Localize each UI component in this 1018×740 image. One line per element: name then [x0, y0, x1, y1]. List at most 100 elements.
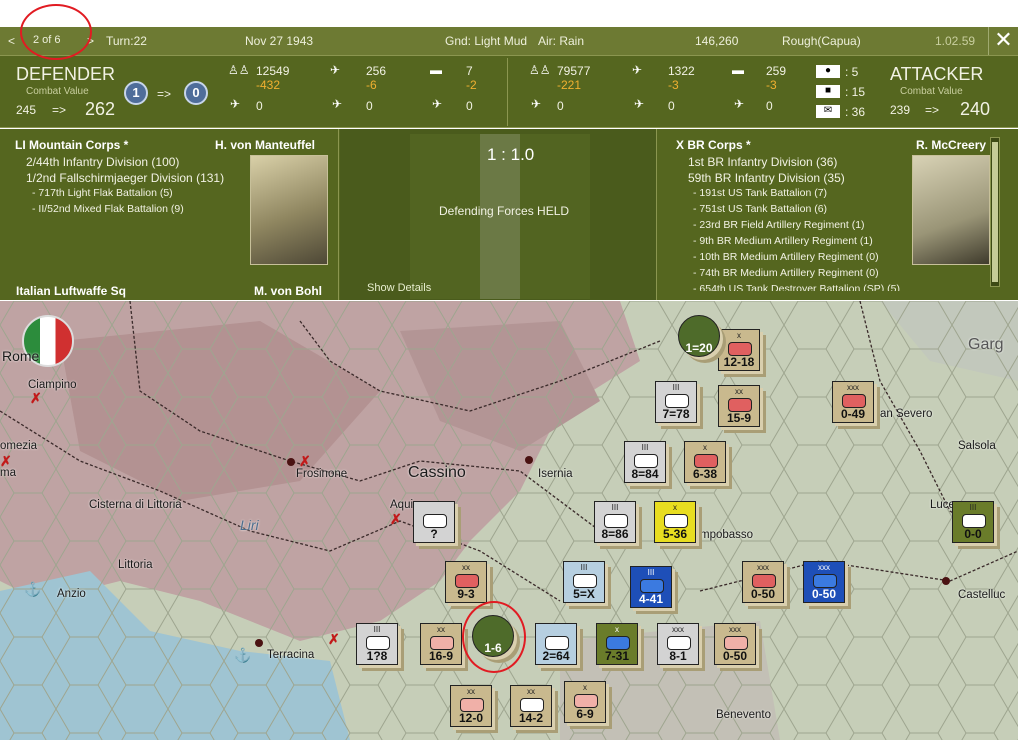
attacker-unit: 1st BR Infantry Division (36) — [688, 155, 838, 169]
bomber-icon: ✈ — [634, 97, 645, 111]
combat-info: LI Mountain Corps * H. von Manteuffel 2/… — [0, 129, 1018, 300]
scroll-thumb[interactable] — [992, 142, 998, 282]
airfield-icon: ✗ — [390, 511, 402, 527]
unit-counter[interactable]: x 12-18 — [718, 329, 760, 371]
top-margin — [0, 0, 1018, 27]
attacker-subunit: - 10th BR Medium Artillery Regiment (0) — [693, 251, 879, 263]
combat-result: Defending Forces HELD — [439, 204, 570, 218]
defender-air3: 0 — [466, 99, 473, 113]
defender-cv-to: 262 — [85, 99, 116, 119]
defender-title: DEFENDER — [16, 64, 116, 84]
entrench-arrow: => — [157, 87, 172, 101]
defender-leader-cut: M. von Bohl — [254, 284, 322, 298]
show-details-link[interactable]: Show Details — [367, 282, 431, 294]
unit-counter[interactable]: xxx 0-50 — [803, 561, 845, 603]
aircraft-icon: ✈ — [632, 63, 643, 77]
port-anchor-icon: ⚓ — [234, 647, 252, 663]
unit-counter[interactable]: ? — [413, 501, 455, 543]
attacker-subunit: - 654th US Tank Destroyer Battalion (SP)… — [693, 283, 900, 291]
terrain-label: Rough(Capua) — [782, 34, 861, 48]
unit-counter[interactable]: III 0-0 — [952, 501, 994, 543]
top-status-bar: < 2 of 6 > Turn:22 Nov 27 1943 Gnd: Ligh… — [0, 27, 1018, 55]
modifier-icon-1: ● — [816, 65, 840, 78]
city-label: mpobasso — [700, 529, 754, 541]
defender-entrench-to: 0 — [184, 81, 208, 105]
unit-counter[interactable]: xx 9-3 — [445, 561, 487, 603]
prev-battle-button[interactable]: < — [8, 34, 15, 48]
attacker-mod1: : 5 — [845, 65, 859, 79]
defender-cv-label: Combat Value — [26, 86, 89, 97]
unit-counter[interactable]: xx 15-9 — [718, 385, 760, 427]
attacker-subunit: - 23rd BR Field Artillery Regiment (1) — [693, 219, 865, 231]
unit-counter[interactable]: 2=64 — [535, 623, 577, 665]
city-label: Anzio — [57, 588, 86, 600]
city-label: Terracina — [267, 649, 315, 661]
city-dot — [255, 639, 263, 647]
defender-panel: LI Mountain Corps * H. von Manteuffel 2/… — [0, 129, 339, 300]
attacker-art: 0 — [557, 99, 564, 113]
unit-counter[interactable]: xxx 0-50 — [714, 623, 756, 665]
unit-counter[interactable]: III 5=X — [563, 561, 605, 603]
unit-counter[interactable]: xx 16-9 — [420, 623, 462, 665]
unit-counter[interactable]: xxx 8-1 — [657, 623, 699, 665]
unit-counter[interactable]: xxx 0-50 — [742, 561, 784, 603]
city-label: Littoria — [118, 559, 153, 571]
date-label: Nov 27 1943 — [245, 34, 314, 48]
unit-counter[interactable]: x 7-31 — [596, 623, 638, 665]
attacker-men: 79577 — [557, 64, 591, 78]
attacker-cv-from: 239 — [890, 103, 911, 117]
tank-icon: ▬ — [732, 63, 744, 77]
close-button[interactable]: ✕ — [988, 27, 1018, 55]
transport-icon: ✈ — [432, 97, 443, 111]
hex-map[interactable]: Rome Ciampino omezia ma Frosinone Cassin… — [0, 301, 1018, 740]
city-label: Cisterna di Littoria — [89, 499, 182, 511]
city-label: Isernia — [538, 468, 573, 480]
attacker-corps: X BR Corps * — [676, 138, 751, 152]
defender-planes-delta: -6 — [366, 78, 377, 92]
city-label: Benevento — [716, 709, 771, 721]
unit-counter[interactable]: x 6-9 — [564, 681, 606, 723]
unit-counter[interactable]: xx 14-2 — [510, 685, 552, 727]
attacker-title: ATTACKER — [890, 64, 984, 84]
unit-counter[interactable]: III 1?8 — [356, 623, 398, 665]
attacker-planes: 1322 — [668, 64, 695, 78]
unit-counter[interactable]: xxx 0-49 — [832, 381, 874, 423]
attacker-air3: 0 — [766, 99, 773, 113]
defender-men-delta: -432 — [256, 78, 281, 92]
unit-counter[interactable]: xx 12-0 — [450, 685, 492, 727]
unit-counter[interactable]: x 5-36 — [654, 501, 696, 543]
city-label: Rome — [2, 348, 40, 364]
attacker-subunit: - 74th BR Medium Artillery Regiment (0) — [693, 267, 879, 279]
attacker-arrow: => — [925, 103, 940, 117]
scrollbar[interactable] — [990, 137, 1000, 287]
unit-counter[interactable]: 1=20 — [678, 315, 720, 357]
city-dot — [942, 577, 950, 585]
defender-corps-cut: Italian Luftwaffe Sq — [16, 284, 127, 298]
fighter-icon: ✈ — [531, 97, 542, 111]
version-label: 1.02.59 — [935, 34, 976, 48]
attacker-cv-to: 240 — [960, 99, 991, 119]
attacker-air2: 0 — [668, 99, 675, 113]
defender-cv-from: 245 — [16, 103, 37, 117]
air-condition: Air: Rain — [538, 34, 585, 48]
attacker-mod2: : 15 — [845, 85, 866, 99]
infantry-icon: ♙♙ — [228, 63, 250, 77]
unit-counter[interactable]: x 6-38 — [684, 441, 726, 483]
unit-counter[interactable]: III 7=78 — [655, 381, 697, 423]
airfield-icon: ✗ — [30, 390, 42, 406]
attacker-panel: X BR Corps * R. McCreery 1st BR Infantry… — [658, 129, 1004, 300]
leader-portrait — [250, 155, 328, 265]
city-dot — [525, 456, 533, 464]
unit-counter[interactable]: III 8=86 — [594, 501, 636, 543]
city-label: Salsola — [958, 440, 996, 452]
tank-icon: ▬ — [430, 63, 442, 77]
unit-counter[interactable]: III 8=84 — [624, 441, 666, 483]
ground-condition: Gnd: Light Mud — [445, 34, 528, 48]
fighter-icon: ✈ — [230, 97, 241, 111]
attacker-tanks-delta: -3 — [766, 78, 777, 92]
unit-counter[interactable]: III 4-41 — [630, 566, 672, 608]
annotation-circle — [20, 4, 92, 60]
bomber-icon: ✈ — [332, 97, 343, 111]
city-label: omezia — [0, 440, 38, 452]
defender-planes: 256 — [366, 64, 387, 78]
